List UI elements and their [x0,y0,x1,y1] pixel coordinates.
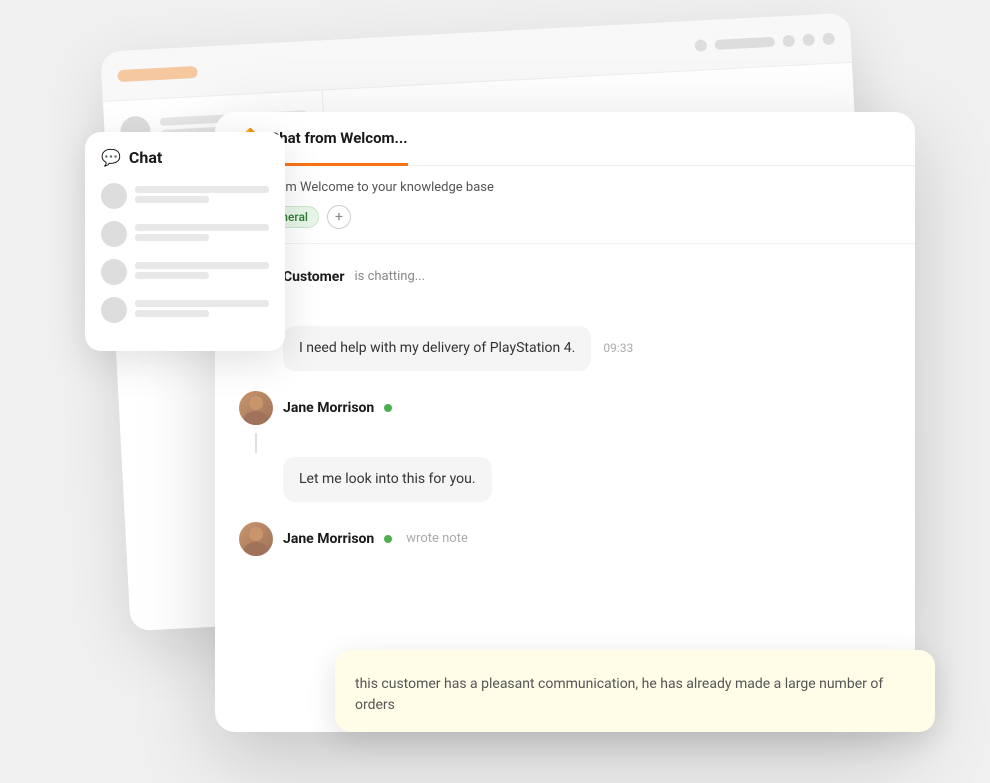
scene: 💬 Chat [55,32,935,752]
customer-status: is chatting... [354,269,425,284]
list-item[interactable] [101,297,269,323]
customer-bubble: I need help with my delivery of PlayStat… [283,326,591,371]
customer-message-content: I need help with my delivery of PlayStat… [283,326,891,371]
avatar [101,183,127,209]
bg-circle-4 [822,32,835,45]
tab-label: Chat from Welcom... [269,129,407,147]
agent-name: Jane Morrison [283,400,374,416]
message-row: Let me look into this for you. [283,457,891,502]
main-chat-card: 🔶 Chat from Welcom... Chat from Welcome … [215,112,915,732]
agent-note-group: Jane Morrison wrote note [239,522,891,556]
line [135,224,269,231]
agent-bubble: Let me look into this for you. [283,457,492,502]
left-panel-header: 💬 Chat [101,148,269,167]
avatar [101,259,127,285]
customer-name: Customer [283,269,344,285]
avatar [101,221,127,247]
agent-photo [239,391,273,425]
thread-line [255,433,257,453]
text-lines [135,186,269,206]
message-time: 09:33 [603,341,633,355]
line-short [135,272,209,279]
chat-header: 🔶 Chat from Welcom... [215,112,915,166]
agent-sender-2: Jane Morrison wrote note [239,522,891,556]
agent-photo-2 [239,522,273,556]
avatar [101,297,127,323]
list-item[interactable] [101,259,269,285]
agent-sender: Jane Morrison [239,391,891,425]
list-item[interactable] [101,221,269,247]
line-short [135,234,209,241]
customer-message-group: ✏️ Customer is chatting... I need help w… [239,260,891,371]
note-text: this customer has a pleasant communicati… [355,674,915,716]
agent-message-content: Let me look into this for you. [283,457,891,502]
line [135,300,269,307]
customer-sender: ✏️ Customer is chatting... [239,260,891,294]
line [135,186,269,193]
add-tag-button[interactable]: + [327,205,351,229]
agent-name-2: Jane Morrison [283,531,374,547]
agent-message-group-1: Jane Morrison Let me look into this for … [239,391,891,502]
chat-tags: 📁 General + [239,205,891,229]
bg-pill [117,65,198,81]
chat-list-panel: 💬 Chat [85,132,285,351]
online-status-dot-2 [384,535,392,543]
text-lines [135,224,269,244]
bg-circle-1 [694,38,707,51]
bg-circle-2 [782,34,795,47]
bg-pill-sm [715,36,775,49]
line-short [135,310,209,317]
agent-avatar-2 [239,522,273,556]
note-action: wrote note [406,531,468,546]
text-lines [135,262,269,282]
bg-circle-3 [802,33,815,46]
agent-avatar [239,391,273,425]
chat-subheader: Chat from Welcome to your knowledge base… [215,166,915,244]
subheader-title: Chat from Welcome to your knowledge base [239,180,891,195]
text-lines [135,300,269,320]
line [135,262,269,269]
note-card: this customer has a pleasant communicati… [335,650,935,732]
online-status-dot [384,404,392,412]
message-row: I need help with my delivery of PlayStat… [283,326,891,371]
chat-icon: 💬 [101,148,121,167]
line-short [135,196,209,203]
list-item[interactable] [101,183,269,209]
left-panel-title: Chat [129,148,162,167]
